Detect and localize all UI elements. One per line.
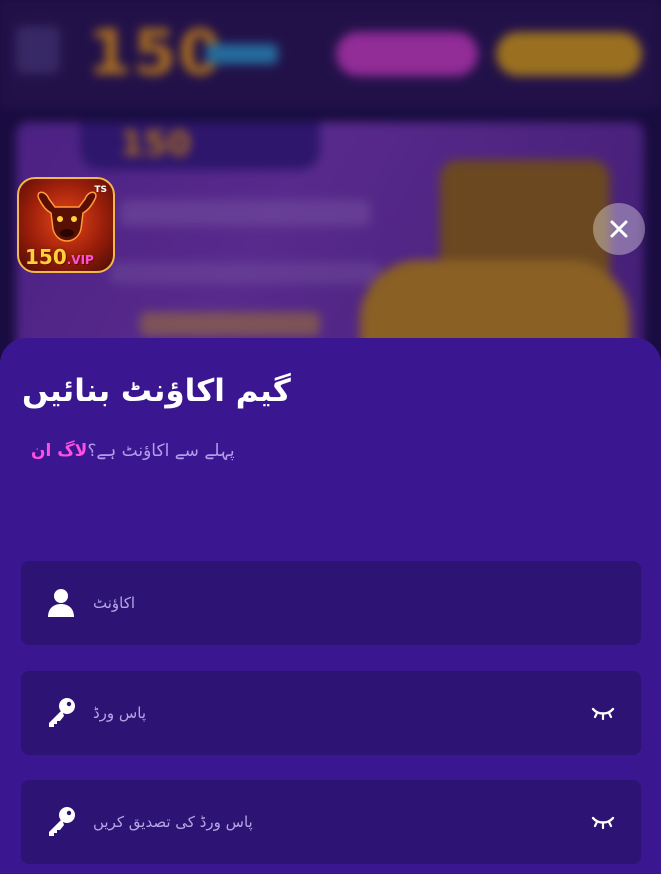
- login-link[interactable]: لاگ ان: [31, 441, 87, 461]
- app-logo-corner-text: TS: [94, 185, 107, 195]
- eye-closed-icon[interactable]: [591, 810, 615, 834]
- confirm-password-field: [21, 780, 641, 864]
- app-logo-suffix: .VIP: [66, 253, 94, 267]
- account-input[interactable]: [93, 583, 553, 623]
- close-button[interactable]: [593, 203, 645, 255]
- page-title: گیم اکاؤنٹ بنائیں: [22, 373, 291, 409]
- password-field: [21, 671, 641, 755]
- app-logo-number: 150: [25, 245, 67, 269]
- close-icon: [610, 220, 628, 238]
- account-field: [21, 561, 641, 645]
- confirm-password-input[interactable]: [93, 802, 553, 842]
- user-icon: [45, 586, 77, 618]
- app-logo-badge: 150.VIP: [25, 245, 94, 269]
- eye-closed-icon[interactable]: [591, 701, 615, 725]
- key-icon: [45, 805, 77, 837]
- login-prompt-text: پہلے سے اکاؤنٹ ہے؟: [87, 441, 235, 461]
- app-logo: TS 150.VIP: [17, 177, 115, 273]
- password-input[interactable]: [93, 693, 553, 733]
- login-prompt: پہلے سے اکاؤنٹ ہے؟لاگ ان: [31, 440, 235, 461]
- key-icon: [45, 696, 77, 728]
- bull-icon: [37, 191, 97, 242]
